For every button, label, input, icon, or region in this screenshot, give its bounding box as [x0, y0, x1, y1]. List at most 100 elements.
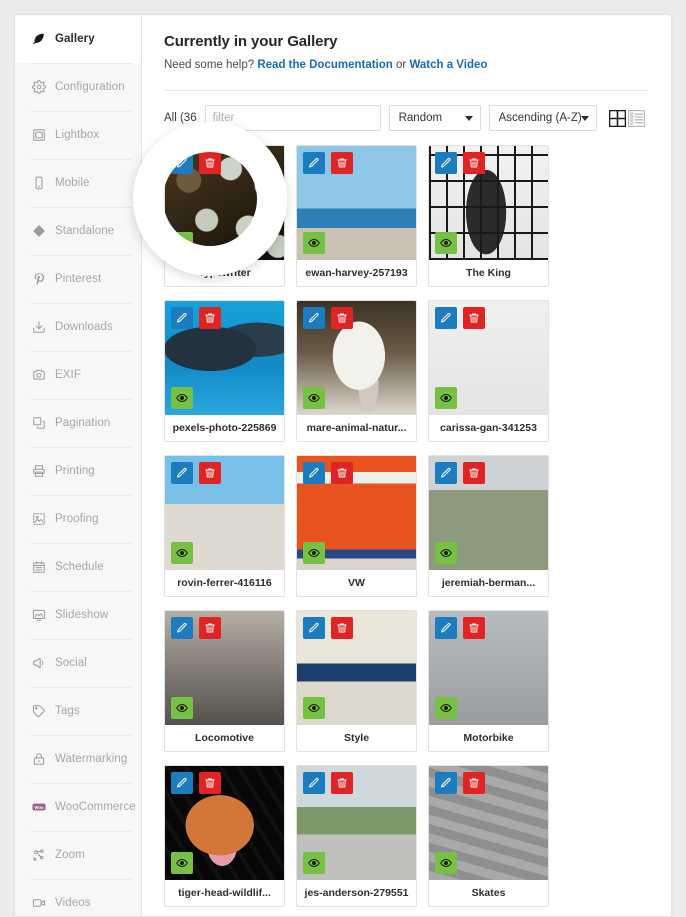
- sidebar-item-zoom[interactable]: Zoom: [15, 831, 141, 879]
- gallery-item[interactable]: ewan-harvey-257193: [296, 145, 417, 287]
- gallery-item[interactable]: The King: [428, 145, 549, 287]
- sidebar-item-lightbox[interactable]: Lightbox: [15, 111, 141, 159]
- sidebar-item-tags[interactable]: Tags: [15, 687, 141, 735]
- watch-video-link[interactable]: Watch a Video: [409, 59, 487, 71]
- edit-image-button[interactable]: [171, 772, 193, 794]
- sidebar-item-proofing[interactable]: Proofing: [15, 495, 141, 543]
- gallery-item-thumbnail[interactable]: [297, 301, 416, 415]
- gallery-item-thumbnail[interactable]: [429, 456, 548, 570]
- toggle-visibility-button[interactable]: [171, 697, 193, 719]
- delete-image-button[interactable]: [199, 152, 221, 174]
- delete-image-button[interactable]: [199, 772, 221, 794]
- sidebar-item-woocommerce[interactable]: Woo WooCommerce: [15, 783, 141, 831]
- gallery-item[interactable]: jeremiah-berman...: [428, 455, 549, 597]
- toggle-visibility-button[interactable]: [435, 697, 457, 719]
- edit-image-button[interactable]: [303, 307, 325, 329]
- edit-image-button[interactable]: [435, 462, 457, 484]
- gallery-item[interactable]: Typewriter: [164, 145, 285, 287]
- gallery-item-thumbnail[interactable]: [297, 456, 416, 570]
- sidebar-item-schedule[interactable]: Schedule: [15, 543, 141, 591]
- gallery-item[interactable]: jes-anderson-279551: [296, 765, 417, 907]
- sort-by-select[interactable]: Random: [388, 105, 481, 131]
- gallery-item[interactable]: Skates: [428, 765, 549, 907]
- delete-image-button[interactable]: [463, 617, 485, 639]
- gallery-item-thumbnail[interactable]: [297, 146, 416, 260]
- delete-image-button[interactable]: [463, 772, 485, 794]
- gallery-item-thumbnail[interactable]: [165, 766, 284, 880]
- toggle-visibility-button[interactable]: [171, 232, 193, 254]
- edit-image-button[interactable]: [171, 462, 193, 484]
- sidebar-item-downloads[interactable]: Downloads: [15, 303, 141, 351]
- sidebar-item-watermarking[interactable]: Watermarking: [15, 735, 141, 783]
- edit-image-button[interactable]: [171, 617, 193, 639]
- delete-image-button[interactable]: [331, 152, 353, 174]
- gallery-item-thumbnail[interactable]: [297, 766, 416, 880]
- gallery-item[interactable]: carissa-gan-341253: [428, 300, 549, 442]
- gallery-item-thumbnail[interactable]: [429, 611, 548, 725]
- delete-image-button[interactable]: [463, 462, 485, 484]
- edit-image-button[interactable]: [435, 307, 457, 329]
- edit-image-button[interactable]: [171, 307, 193, 329]
- toggle-visibility-button[interactable]: [303, 852, 325, 874]
- gallery-item-thumbnail[interactable]: [429, 146, 548, 260]
- gallery-item-thumbnail[interactable]: [165, 146, 284, 260]
- delete-image-button[interactable]: [331, 772, 353, 794]
- filter-input[interactable]: [204, 105, 381, 131]
- delete-image-button[interactable]: [331, 307, 353, 329]
- toggle-visibility-button[interactable]: [303, 387, 325, 409]
- sidebar-item-social[interactable]: Social: [15, 639, 141, 687]
- sidebar-item-mobile[interactable]: Mobile: [15, 159, 141, 207]
- toggle-visibility-button[interactable]: [171, 387, 193, 409]
- gallery-item[interactable]: tiger-head-wildlif...: [164, 765, 285, 907]
- toggle-visibility-button[interactable]: [303, 697, 325, 719]
- sidebar-item-pagination[interactable]: Pagination: [15, 399, 141, 447]
- gallery-item[interactable]: Style: [296, 610, 417, 752]
- toggle-visibility-button[interactable]: [435, 232, 457, 254]
- grid-view-icon[interactable]: [608, 109, 626, 127]
- gallery-item[interactable]: Motorbike: [428, 610, 549, 752]
- settings-sidebar[interactable]: Gallery Configuration Lightbox Mobile Standa…: [15, 15, 142, 916]
- toggle-visibility-button[interactable]: [171, 542, 193, 564]
- sidebar-item-configuration[interactable]: Configuration: [15, 63, 141, 111]
- list-view-icon[interactable]: [627, 109, 645, 127]
- edit-image-button[interactable]: [435, 152, 457, 174]
- delete-image-button[interactable]: [199, 617, 221, 639]
- gallery-item-thumbnail[interactable]: [429, 766, 548, 880]
- sidebar-item-pinterest[interactable]: Pinterest: [15, 255, 141, 303]
- gallery-item-thumbnail[interactable]: [165, 611, 284, 725]
- sidebar-item-videos[interactable]: Videos: [15, 879, 141, 916]
- delete-image-button[interactable]: [199, 307, 221, 329]
- edit-image-button[interactable]: [171, 152, 193, 174]
- sidebar-item-standalone[interactable]: Standalone: [15, 207, 141, 255]
- sort-direction-select[interactable]: Ascending (A-Z): [488, 105, 597, 131]
- gallery-item[interactable]: rovin-ferrer-416116: [164, 455, 285, 597]
- gallery-item[interactable]: mare-animal-natur...: [296, 300, 417, 442]
- sidebar-item-slideshow[interactable]: Slideshow: [15, 591, 141, 639]
- delete-image-button[interactable]: [463, 152, 485, 174]
- toggle-visibility-button[interactable]: [303, 542, 325, 564]
- gallery-item[interactable]: VW: [296, 455, 417, 597]
- sidebar-item-printing[interactable]: Printing: [15, 447, 141, 495]
- gallery-item-thumbnail[interactable]: [165, 456, 284, 570]
- toggle-visibility-button[interactable]: [435, 542, 457, 564]
- sidebar-item-gallery[interactable]: Gallery: [15, 15, 141, 63]
- delete-image-button[interactable]: [331, 617, 353, 639]
- delete-image-button[interactable]: [463, 307, 485, 329]
- toggle-visibility-button[interactable]: [435, 852, 457, 874]
- gallery-item-thumbnail[interactable]: [429, 301, 548, 415]
- delete-image-button[interactable]: [199, 462, 221, 484]
- gallery-item-thumbnail[interactable]: [297, 611, 416, 725]
- toggle-visibility-button[interactable]: [303, 232, 325, 254]
- edit-image-button[interactable]: [303, 462, 325, 484]
- toggle-visibility-button[interactable]: [171, 852, 193, 874]
- edit-image-button[interactable]: [435, 772, 457, 794]
- edit-image-button[interactable]: [303, 152, 325, 174]
- gallery-item-thumbnail[interactable]: [165, 301, 284, 415]
- gallery-item[interactable]: pexels-photo-225869: [164, 300, 285, 442]
- documentation-link[interactable]: Read the Documentation: [257, 59, 392, 71]
- sidebar-item-exif[interactable]: EXIF: [15, 351, 141, 399]
- gallery-item[interactable]: Locomotive: [164, 610, 285, 752]
- toggle-visibility-button[interactable]: [435, 387, 457, 409]
- edit-image-button[interactable]: [303, 772, 325, 794]
- delete-image-button[interactable]: [331, 462, 353, 484]
